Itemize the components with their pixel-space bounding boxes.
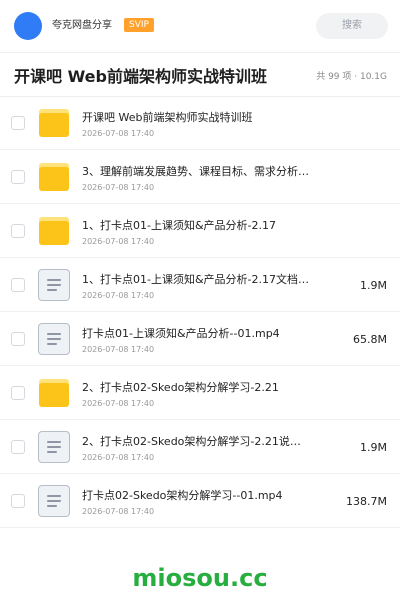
file-date: 2026-07-08 17:40 (82, 345, 155, 354)
watermark: miosou.cc (132, 564, 268, 592)
avatar[interactable] (14, 12, 42, 40)
svip-badge: SVIP (124, 18, 154, 32)
file-date: 2026-07-08 17:40 (82, 291, 155, 300)
document-icon (38, 269, 70, 301)
file-row[interactable]: 1、打卡点01-上课须知&产品分析-2.17文档.… 2026-07-08 17:… (0, 258, 400, 312)
file-list: 开课吧 Web前端架构师实战特训班 2026-07-08 17:40 3、理解前端发… (0, 96, 400, 528)
file-size: 1.9M (360, 441, 387, 454)
search-input[interactable]: 搜索 (316, 13, 388, 39)
file-name[interactable]: 3、理解前端发展趋势、课程目标、需求分析和技术架构 (82, 165, 310, 179)
username: 夸克网盘分享 (52, 20, 112, 31)
select-checkbox[interactable] (11, 494, 25, 508)
file-row[interactable]: 1、打卡点01-上课须知&产品分析-2.17 2026-07-08 17:40 (0, 204, 400, 258)
file-name[interactable]: 1、打卡点01-上课须知&产品分析-2.17 (82, 219, 310, 233)
select-checkbox[interactable] (11, 386, 25, 400)
file-name[interactable]: 1、打卡点01-上课须知&产品分析-2.17文档.… (82, 273, 310, 287)
select-checkbox[interactable] (11, 332, 25, 346)
file-name[interactable]: 打卡点02-Skedo架构分解学习--01.mp4 (82, 489, 310, 503)
select-checkbox[interactable] (11, 278, 25, 292)
file-name[interactable]: 2、打卡点02-Skedo架构分解学习-2.21说… (82, 435, 310, 449)
file-size: 138.7M (346, 495, 387, 508)
select-checkbox[interactable] (11, 170, 25, 184)
folder-icon (38, 377, 70, 409)
share-meta: 共 99 项 · 10.1G (316, 72, 387, 82)
document-icon (38, 485, 70, 517)
file-date: 2026-07-08 17:40 (82, 237, 155, 246)
folder-icon (38, 161, 70, 193)
top-bar: 夸克网盘分享 SVIP 搜索 (0, 0, 400, 52)
file-row[interactable]: 打卡点01-上课须知&产品分析--01.mp4 2026-07-08 17:40 6… (0, 312, 400, 366)
file-date: 2026-07-08 17:40 (82, 507, 155, 516)
select-checkbox[interactable] (11, 440, 25, 454)
document-icon (38, 323, 70, 355)
file-size: 1.9M (360, 279, 387, 292)
file-date: 2026-07-08 17:40 (82, 399, 155, 408)
document-icon (38, 431, 70, 463)
file-date: 2026-07-08 17:40 (82, 129, 155, 138)
file-date: 2026-07-08 17:40 (82, 183, 155, 192)
divider (0, 52, 400, 53)
select-checkbox[interactable] (11, 116, 25, 130)
file-row[interactable]: 开课吧 Web前端架构师实战特训班 2026-07-08 17:40 (0, 96, 400, 150)
file-size: 65.8M (353, 333, 387, 346)
file-name[interactable]: 开课吧 Web前端架构师实战特训班 (82, 111, 310, 125)
file-row[interactable]: 2、打卡点02-Skedo架构分解学习-2.21说… 2026-07-08 17:… (0, 420, 400, 474)
folder-icon (38, 215, 70, 247)
folder-icon (38, 107, 70, 139)
file-date: 2026-07-08 17:40 (82, 453, 155, 462)
file-name[interactable]: 2、打卡点02-Skedo架构分解学习-2.21 (82, 381, 310, 395)
file-row[interactable]: 3、理解前端发展趋势、课程目标、需求分析和技术架构 2026-07-08 17:4… (0, 150, 400, 204)
file-row[interactable]: 打卡点02-Skedo架构分解学习--01.mp4 2026-07-08 17:4… (0, 474, 400, 528)
page-title: 开课吧 Web前端架构师实战特训班 (14, 67, 267, 86)
select-checkbox[interactable] (11, 224, 25, 238)
file-row[interactable]: 2、打卡点02-Skedo架构分解学习-2.21 2026-07-08 17:40 (0, 366, 400, 420)
file-name[interactable]: 打卡点01-上课须知&产品分析--01.mp4 (82, 327, 310, 341)
